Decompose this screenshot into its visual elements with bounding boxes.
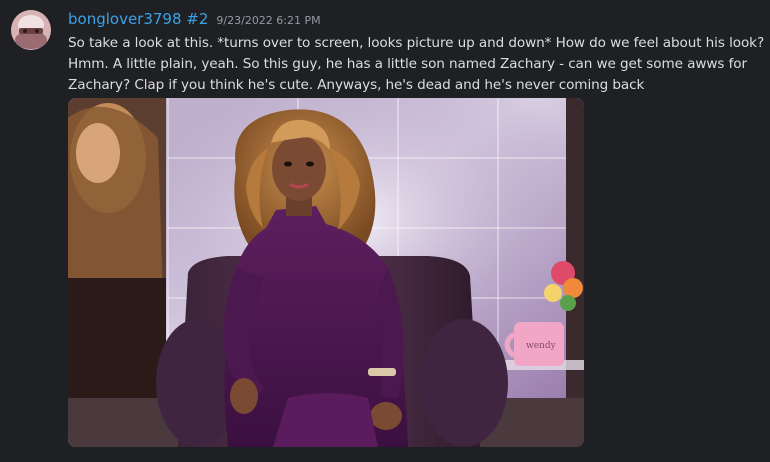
message-text: So take a look at this. *turns over to s…: [68, 35, 765, 93]
username[interactable]: bonglover3798 #2: [68, 9, 208, 29]
attachment-picture: wendy: [68, 98, 584, 447]
chat-message: bonglover3798 #2 9/23/2022 6:21 PM So ta…: [0, 0, 770, 462]
message-header: bonglover3798 #2 9/23/2022 6:21 PM: [68, 9, 321, 29]
image-attachment[interactable]: wendy: [68, 98, 584, 447]
timestamp: 9/23/2022 6:21 PM: [216, 14, 321, 27]
user-avatar[interactable]: [11, 10, 51, 50]
mug-logo: wendy: [526, 341, 557, 351]
